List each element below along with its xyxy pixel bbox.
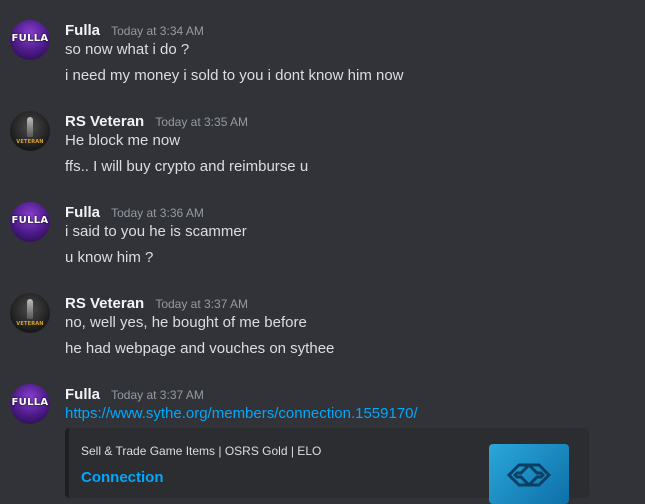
knight-figure-icon [27,299,33,319]
avatar-logo-text: FULLA [11,397,49,408]
message-text: no, well yes, he bought of me before [65,314,307,331]
avatar-logo-text: FULLA [11,215,49,226]
username[interactable]: Fulla [65,386,100,403]
timestamp[interactable]: Today at 3:36 AM [111,206,204,220]
message-header: Fulla Today at 3:34 AM [65,20,204,39]
avatar[interactable]: FULLA [10,20,50,60]
timestamp[interactable]: Today at 3:37 AM [155,297,248,311]
embed-title[interactable]: Connection [81,469,164,486]
username[interactable]: RS Veteran [65,113,144,130]
embed-thumbnail[interactable] [489,444,569,504]
message-text: i said to you he is scammer [65,223,247,240]
timestamp[interactable]: Today at 3:34 AM [111,24,204,38]
username[interactable]: Fulla [65,22,100,39]
message-text: u know him ? [65,249,154,266]
username[interactable]: RS Veteran [65,295,144,312]
avatar-logo-text: FULLA [11,33,49,44]
avatar[interactable]: FULLA [10,202,50,242]
avatar-logo-text: VETERAN [16,139,44,145]
knight-figure-icon [27,117,33,137]
message-text: ffs.. I will buy crypto and reimburse u [65,158,309,175]
timestamp[interactable]: Today at 3:37 AM [111,388,204,402]
avatar[interactable]: VETERAN [10,293,50,333]
message-text: so now what i do ? [65,41,190,58]
message-link[interactable]: https://www.sythe.org/members/connection… [65,405,418,422]
message-text: i need my money i sold to you i dont kno… [65,67,404,84]
message-text: He block me now [65,132,181,149]
message-header: Fulla Today at 3:37 AM [65,384,204,403]
username[interactable]: Fulla [65,204,100,221]
message-header: RS Veteran Today at 3:37 AM [65,293,248,312]
embed-provider: Sell & Trade Game Items | OSRS Gold | EL… [81,444,322,458]
avatar[interactable]: FULLA [10,384,50,424]
chat-messages: FULLA Fulla Today at 3:34 AM so now what… [0,0,645,504]
timestamp[interactable]: Today at 3:35 AM [155,115,248,129]
message-header: RS Veteran Today at 3:35 AM [65,111,248,130]
avatar-logo-text: VETERAN [16,321,44,327]
message-header: Fulla Today at 3:36 AM [65,202,204,221]
avatar[interactable]: VETERAN [10,111,50,151]
message-text: he had webpage and vouches on sythee [65,340,335,357]
sythe-logo-icon [506,463,552,487]
link-embed: Sell & Trade Game Items | OSRS Gold | EL… [65,428,589,504]
